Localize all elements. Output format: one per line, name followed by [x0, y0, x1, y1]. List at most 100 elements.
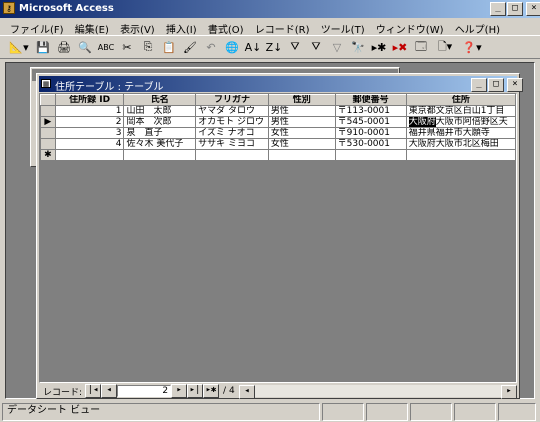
- new-cell[interactable]: [123, 149, 197, 161]
- spelling-icon[interactable]: ABC: [96, 37, 116, 57]
- key-icon: ⚷: [3, 2, 15, 14]
- table-window-title: 住所テーブル : テーブル: [55, 82, 164, 93]
- table-row[interactable]: ▶ 2 岡本 次郎 オカモト ジロウ 男性 〒545-0001 大阪府大阪市阿倍…: [40, 116, 516, 128]
- cell-address[interactable]: 福井県福井市大願寺: [405, 127, 516, 139]
- print-icon[interactable]: 🖨: [54, 37, 74, 57]
- cell-postal[interactable]: 〒530-0001: [334, 138, 407, 150]
- new-record-row[interactable]: ✱: [40, 149, 516, 161]
- select-all-corner[interactable]: [40, 94, 56, 106]
- cell-name[interactable]: 山田 太郎: [123, 105, 197, 117]
- status-panel: [366, 403, 408, 421]
- toolbar: 📐▾ 💾 🖨 🔍 ABC ✂ ⎘ 📋 🖌 ↶ 🌐 A↓ Z↓ ⛛ ⛛ ▽ 🔭 ▸…: [0, 35, 540, 59]
- sort-descending-icon[interactable]: Z↓: [264, 37, 284, 57]
- column-header[interactable]: 住所録 ID: [54, 94, 125, 106]
- column-header[interactable]: 性別: [267, 94, 336, 106]
- save-icon[interactable]: 💾: [33, 37, 53, 57]
- status-panel: [410, 403, 452, 421]
- app-title-bar: ⚷ Microsoft Access _ □ ×: [0, 0, 540, 18]
- new-object-icon[interactable]: 🗋▾: [432, 37, 458, 57]
- first-record-button[interactable]: |◂: [85, 384, 102, 398]
- record-selector[interactable]: [40, 138, 56, 150]
- cell-furigana[interactable]: オカモト ジロウ: [195, 116, 269, 128]
- cell-gender[interactable]: 男性: [267, 116, 336, 128]
- cell-postal[interactable]: 〒910-0001: [334, 127, 407, 139]
- cell-furigana[interactable]: ササキ ミヨコ: [195, 138, 269, 150]
- column-header[interactable]: 郵便番号: [334, 94, 407, 106]
- status-panel: [454, 403, 496, 421]
- table-row[interactable]: 3 泉 直子 イズミ ナオコ 女性 〒910-0001 福井県福井市大願寺: [40, 127, 516, 139]
- table-row[interactable]: 4 佐々木 美代子 ササキ ミヨコ 女性 〒530-0001 大阪府大阪市北区梅…: [40, 138, 516, 150]
- undo-icon[interactable]: ↶: [201, 37, 221, 57]
- view-icon[interactable]: 📐▾: [6, 37, 32, 57]
- cell-address[interactable]: 東京都文京区白山1丁目: [405, 105, 516, 117]
- new-record-button[interactable]: ▸✱: [203, 384, 220, 398]
- delete-record-icon[interactable]: ▸✖: [390, 37, 410, 57]
- last-record-button[interactable]: ▸|: [187, 384, 204, 398]
- sort-ascending-icon[interactable]: A↓: [243, 37, 263, 57]
- apply-filter-icon[interactable]: ▽: [327, 37, 347, 57]
- table-row[interactable]: 1 山田 太郎 ヤマダ タロウ 男性 〒113-0001 東京都文京区白山1丁目: [40, 105, 516, 117]
- cell-address-active[interactable]: 大阪府大阪市阿倍野区天: [405, 116, 516, 128]
- cell-name[interactable]: 泉 直子: [123, 127, 197, 139]
- cell-name[interactable]: 佐々木 美代子: [123, 138, 197, 150]
- copy-icon[interactable]: ⎘: [138, 37, 158, 57]
- navigator-label: レコード:: [43, 387, 83, 398]
- cell-id[interactable]: 3: [54, 127, 125, 139]
- close-button[interactable]: ×: [526, 2, 540, 16]
- new-cell[interactable]: [405, 149, 516, 161]
- header-row: 住所録 ID 氏名 フリガナ 性別 郵便番号 住所: [40, 94, 516, 106]
- menu-bar: ファイル(F) 編集(E) 表示(V) 挿入(I) 書式(O) レコード(R) …: [0, 18, 540, 36]
- record-total: / 4: [223, 386, 235, 396]
- new-record-icon[interactable]: ▸✱: [369, 37, 389, 57]
- filter-by-form-icon[interactable]: ⛛: [306, 37, 326, 57]
- new-cell[interactable]: [334, 149, 407, 161]
- previous-record-button[interactable]: ◂: [101, 384, 118, 398]
- new-record-indicator[interactable]: ✱: [40, 149, 56, 161]
- next-record-button[interactable]: ▸: [171, 384, 188, 398]
- help-icon[interactable]: ❓▾: [459, 37, 485, 57]
- cell-gender[interactable]: 女性: [267, 127, 336, 139]
- cell-postal[interactable]: 〒545-0001: [334, 116, 407, 128]
- paste-icon[interactable]: 📋: [159, 37, 179, 57]
- minimize-button[interactable]: _: [490, 2, 506, 16]
- cut-icon[interactable]: ✂: [117, 37, 137, 57]
- column-header[interactable]: 氏名: [123, 94, 197, 106]
- table-maximize-button[interactable]: □: [488, 78, 504, 92]
- column-header[interactable]: フリガナ: [195, 94, 269, 106]
- cell-address[interactable]: 大阪府大阪市北区梅田: [405, 138, 516, 150]
- record-selector[interactable]: [40, 105, 56, 117]
- filter-by-selection-icon[interactable]: ⛛: [285, 37, 305, 57]
- maximize-button[interactable]: □: [507, 2, 523, 16]
- new-cell[interactable]: [267, 149, 336, 161]
- record-selector[interactable]: [40, 127, 56, 139]
- database-window-icon[interactable]: 🗔: [411, 37, 431, 57]
- cell-gender[interactable]: 男性: [267, 105, 336, 117]
- cell-furigana[interactable]: イズミ ナオコ: [195, 127, 269, 139]
- new-cell[interactable]: [195, 149, 269, 161]
- cell-name[interactable]: 岡本 次郎: [123, 116, 197, 128]
- table-icon: ▦: [41, 79, 51, 88]
- status-panel: [498, 403, 536, 421]
- hyperlink-icon[interactable]: 🌐: [222, 37, 242, 57]
- table-minimize-button[interactable]: _: [471, 78, 487, 92]
- scroll-right-button[interactable]: ▸: [501, 385, 517, 399]
- scroll-left-button[interactable]: ◂: [239, 385, 255, 399]
- record-navigator: レコード: |◂ ◂ 2 ▸ ▸| ▸✱ / 4 ◂ ▸: [39, 384, 517, 399]
- format-painter-icon[interactable]: 🖌: [180, 37, 200, 57]
- cell-id[interactable]: 2: [54, 116, 125, 128]
- new-cell[interactable]: [54, 149, 125, 161]
- cell-postal[interactable]: 〒113-0001: [334, 105, 407, 117]
- cell-gender[interactable]: 女性: [267, 138, 336, 150]
- print-preview-icon[interactable]: 🔍: [75, 37, 95, 57]
- cell-furigana[interactable]: ヤマダ タロウ: [195, 105, 269, 117]
- column-header[interactable]: 住所: [405, 94, 516, 106]
- cell-id[interactable]: 1: [54, 105, 125, 117]
- record-number-field[interactable]: 2: [117, 385, 172, 397]
- find-icon[interactable]: 🔭: [348, 37, 368, 57]
- cell-id[interactable]: 4: [54, 138, 125, 150]
- current-record-indicator[interactable]: ▶: [40, 116, 56, 128]
- table-window: ▦ 住所テーブル : テーブル _ □ × 住所録 ID 氏名 フリガナ 性別 …: [36, 73, 523, 399]
- status-text: データシート ビュー: [2, 403, 320, 421]
- horizontal-scrollbar[interactable]: ◂ ▸: [239, 385, 517, 399]
- table-close-button[interactable]: ×: [507, 78, 523, 92]
